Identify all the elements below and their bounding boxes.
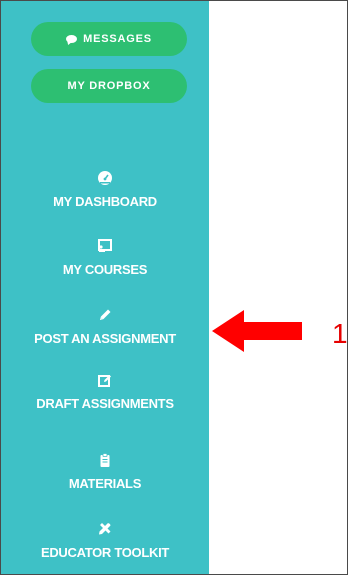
red-arrow-left-icon xyxy=(212,310,302,352)
sidebar-item-educator-toolkit[interactable]: EDUCATOR TOOLKIT xyxy=(1,521,209,560)
messages-button[interactable]: MESSAGES xyxy=(31,22,187,56)
courses-presentation-icon xyxy=(1,238,209,256)
dashboard-gauge-icon xyxy=(1,170,209,188)
sidebar-item-label: EDUCATOR TOOLKIT xyxy=(40,545,170,560)
sidebar-item-courses[interactable]: MY COURSES xyxy=(1,238,209,277)
messages-label: MESSAGES xyxy=(83,33,152,45)
clipboard-icon xyxy=(1,452,209,470)
sidebar-item-post-assignment[interactable]: POST AN ASSIGNMENT xyxy=(1,307,209,346)
sidebar-item-label: DRAFT ASSIGNMENTS xyxy=(36,396,174,411)
pencil-icon xyxy=(1,307,209,325)
sidebar-item-label: MY COURSES xyxy=(62,262,148,277)
sidebar-item-label: POST AN ASSIGNMENT xyxy=(34,331,176,346)
annotation-number: 1 xyxy=(332,318,348,349)
edit-square-icon xyxy=(1,372,209,390)
sidebar: MESSAGES MY DROPBOX MY DASHBOARD MY COUR… xyxy=(1,1,209,574)
my-dropbox-label: MY DROPBOX xyxy=(67,80,151,92)
sidebar-item-dashboard[interactable]: MY DASHBOARD xyxy=(1,170,209,209)
sidebar-item-materials[interactable]: MATERIALS xyxy=(1,452,209,491)
sidebar-item-label: MY DASHBOARD xyxy=(53,194,157,209)
chat-bubble-icon xyxy=(66,35,78,43)
tools-icon xyxy=(1,521,209,539)
sidebar-item-label: MATERIALS xyxy=(68,476,142,491)
my-dropbox-button[interactable]: MY DROPBOX xyxy=(31,69,187,103)
sidebar-item-draft-assignments[interactable]: DRAFT ASSIGNMENTS xyxy=(1,372,209,411)
